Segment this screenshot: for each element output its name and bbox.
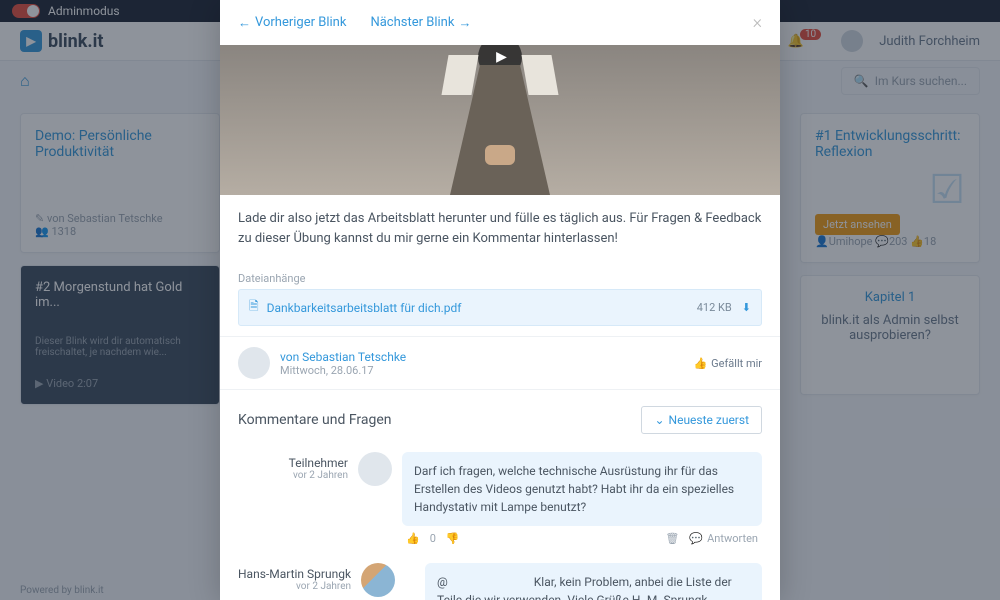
comment-item: Hans-Martin Sprungk vor 2 Jahren @ Klar,… [220, 555, 780, 600]
chevron-down-icon: ⌄ [654, 413, 664, 427]
author-date: Mittwoch, 28.06.17 [280, 364, 406, 377]
arrow-right-icon: → [458, 15, 471, 31]
blink-description: Lade dir also jetzt das Arbeitsblatt her… [220, 195, 780, 262]
comment-avatar [361, 563, 395, 597]
comment-item: Teilnehmer vor 2 Jahren Darf ich fragen,… [220, 444, 780, 555]
modal: ← Vorheriger Blink Nächster Blink → × La… [220, 0, 780, 600]
thumbs-down-icon[interactable]: 👎 [446, 532, 460, 545]
comment-text: @ Klar, kein Problem, anbei die Liste de… [425, 563, 762, 600]
comments-title: Kommentare und Fragen [238, 412, 391, 428]
delete-icon[interactable]: 🗑 [665, 532, 679, 545]
prev-blink-link[interactable]: ← Vorheriger Blink [238, 15, 346, 31]
video-player[interactable] [220, 45, 780, 195]
attachments-label: Dateianhänge [238, 272, 762, 285]
comment-avatar [358, 452, 392, 486]
attachment-row[interactable]: 🗎 Dankbarkeitsarbeitsblatt für dich.pdf … [238, 289, 762, 326]
sort-button[interactable]: ⌄ Neueste zuerst [641, 406, 762, 434]
comment-text: Darf ich fragen, welche technische Ausrü… [402, 452, 762, 526]
like-button[interactable]: 👍 Gefällt mir [693, 357, 762, 370]
close-icon[interactable]: × [753, 12, 762, 33]
file-icon: 🗎 [249, 297, 259, 318]
reply-button[interactable]: 💬 Antworten [689, 532, 758, 545]
thumbs-up-icon: 👍 [693, 357, 707, 370]
comment-icon: 💬 [689, 532, 703, 545]
download-icon[interactable]: ⬇ [742, 301, 751, 314]
modal-overlay: ← Vorheriger Blink Nächster Blink → × La… [0, 0, 1000, 600]
author-name: von Sebastian Tetschke [280, 350, 406, 364]
thumbs-up-icon[interactable]: 👍 [406, 532, 420, 545]
next-blink-link[interactable]: Nächster Blink → [370, 15, 471, 31]
author-avatar [238, 347, 270, 379]
arrow-left-icon: ← [238, 15, 251, 31]
